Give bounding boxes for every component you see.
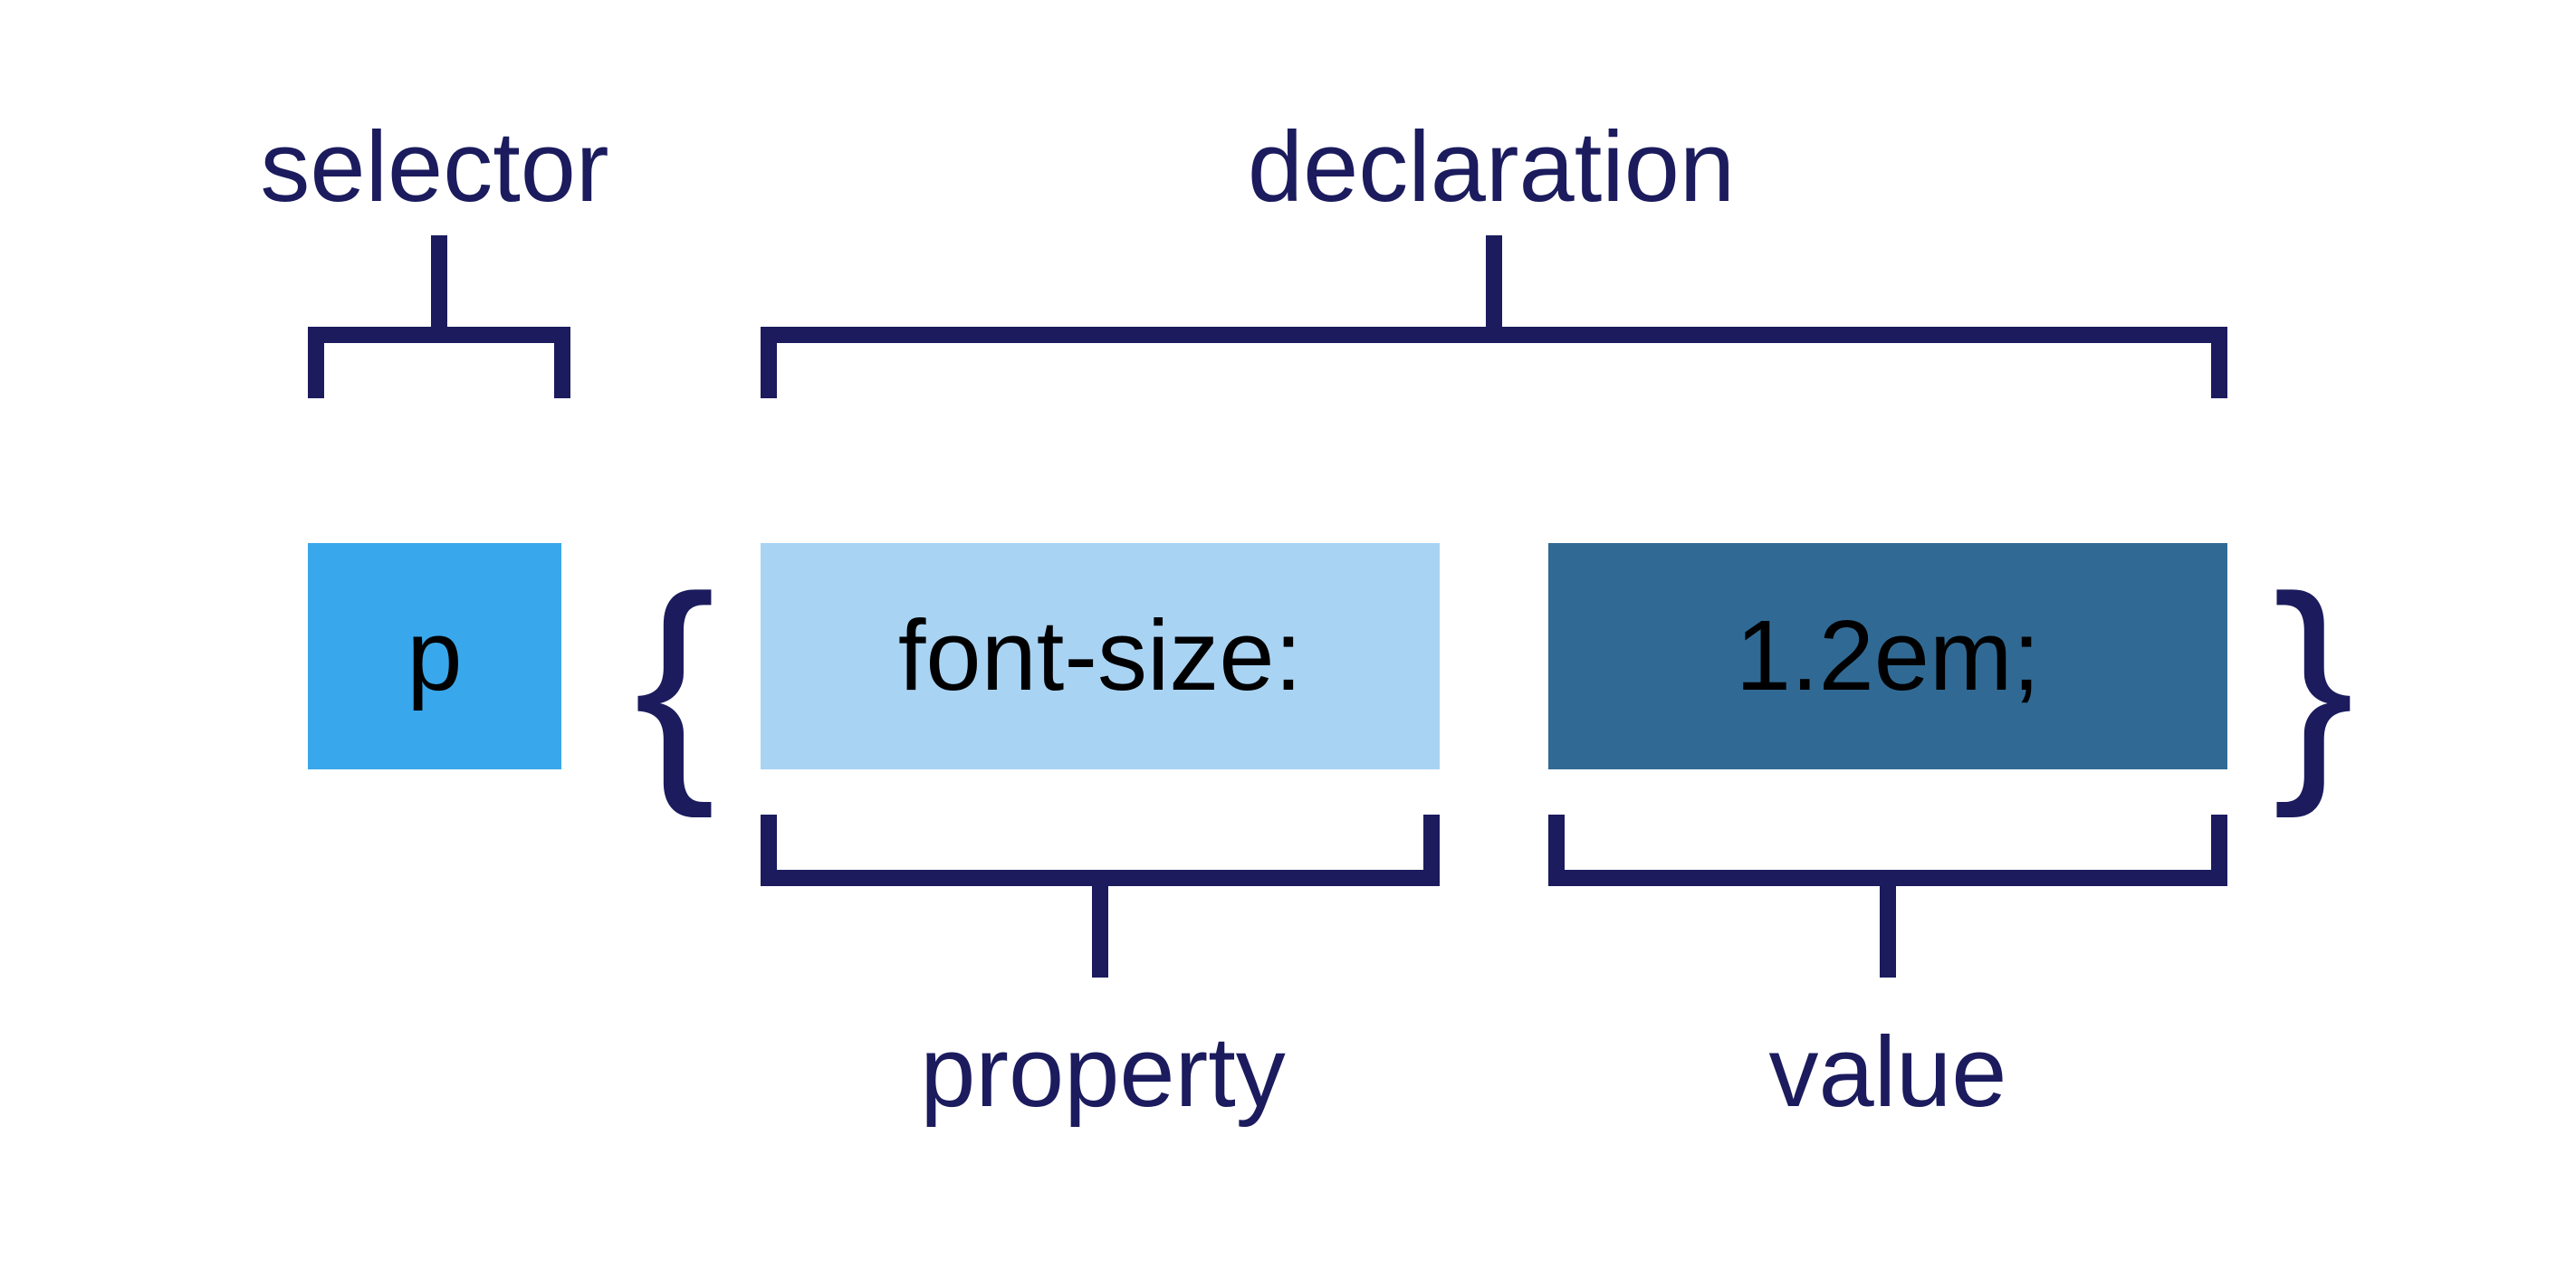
selector-bracket	[308, 235, 570, 498]
property-text: font-size:	[898, 606, 1302, 706]
value-label: value	[1684, 1023, 2092, 1122]
value-text: 1.2em;	[1736, 606, 2040, 706]
declaration-bracket	[761, 235, 2227, 498]
declaration-label: declaration	[1147, 118, 1835, 217]
selector-label: selector	[181, 118, 688, 217]
selector-text: p	[407, 606, 462, 706]
brace-close: }	[2273, 561, 2354, 806]
css-rule-diagram: selector declaration p { font-size: 1.2e…	[0, 0, 2576, 1288]
brace-open: {	[634, 561, 715, 806]
selector-box: p	[308, 543, 561, 769]
property-box: font-size:	[761, 543, 1440, 769]
value-box: 1.2em;	[1548, 543, 2227, 769]
property-label: property	[831, 1023, 1374, 1122]
